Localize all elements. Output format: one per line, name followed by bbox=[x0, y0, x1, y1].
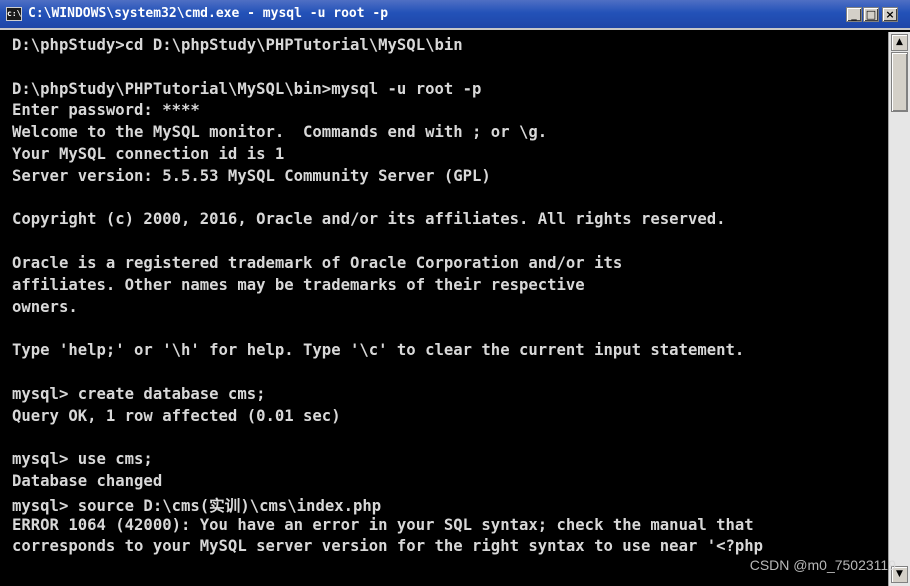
cmd-window: c:\ C:\WINDOWS\system32\cmd.exe - mysql … bbox=[0, 0, 910, 586]
terminal-line: Query OK, 1 row affected (0.01 sec) bbox=[12, 406, 341, 425]
close-button[interactable]: × bbox=[882, 7, 898, 22]
terminal-line: affiliates. Other names may be trademark… bbox=[12, 275, 585, 294]
title-bar[interactable]: c:\ C:\WINDOWS\system32\cmd.exe - mysql … bbox=[0, 0, 910, 30]
terminal-line: Enter password: **** bbox=[12, 101, 200, 120]
terminal-line: Your MySQL connection id is 1 bbox=[12, 145, 285, 163]
terminal-line: mysql> create database cms; bbox=[12, 384, 266, 403]
terminal-line: ERROR 1064 (42000): You have an error in… bbox=[12, 515, 754, 534]
terminal-line: corresponds to your MySQL server version… bbox=[12, 537, 764, 556]
terminal-line: Database changed bbox=[12, 472, 163, 490]
terminal-line: Type 'help;' or '\h' for help. Type '\c'… bbox=[12, 341, 745, 360]
scroll-thumb[interactable] bbox=[891, 52, 908, 112]
terminal-line: Welcome to the MySQL monitor. Commands e… bbox=[12, 123, 548, 142]
terminal-line: mysql> use cms; bbox=[12, 450, 153, 469]
terminal-line: Server version: 5.5.53 MySQL Community S… bbox=[12, 166, 491, 185]
terminal-line: D:\phpStudy\PHPTutorial\MySQL\bin>mysql … bbox=[12, 79, 482, 98]
terminal-line: mysql> source D:\cms(实训)\cms\index.php bbox=[12, 496, 382, 515]
terminal-line: owners. bbox=[12, 297, 78, 316]
terminal-output[interactable]: D:\phpStudy>cd D:\phpStudy\PHPTutorial\M… bbox=[0, 32, 888, 586]
scroll-up-arrow-icon[interactable]: ▲ bbox=[891, 34, 908, 51]
window-title: C:\WINDOWS\system32\cmd.exe - mysql -u r… bbox=[28, 6, 389, 21]
terminal-line: D:\phpStudy>cd D:\phpStudy\PHPTutorial\M… bbox=[12, 36, 463, 54]
maximize-button[interactable]: □ bbox=[863, 7, 879, 22]
cmd-icon[interactable]: c:\ bbox=[6, 7, 22, 21]
terminal-line: Copyright (c) 2000, 2016, Oracle and/or … bbox=[12, 210, 726, 229]
vertical-scrollbar[interactable]: ▲ ▼ bbox=[888, 32, 910, 586]
csdn-watermark: CSDN @m0_75023119 bbox=[749, 557, 896, 573]
terminal-line: Oracle is a registered trademark of Orac… bbox=[12, 254, 623, 272]
minimize-button[interactable]: _ bbox=[846, 7, 862, 22]
